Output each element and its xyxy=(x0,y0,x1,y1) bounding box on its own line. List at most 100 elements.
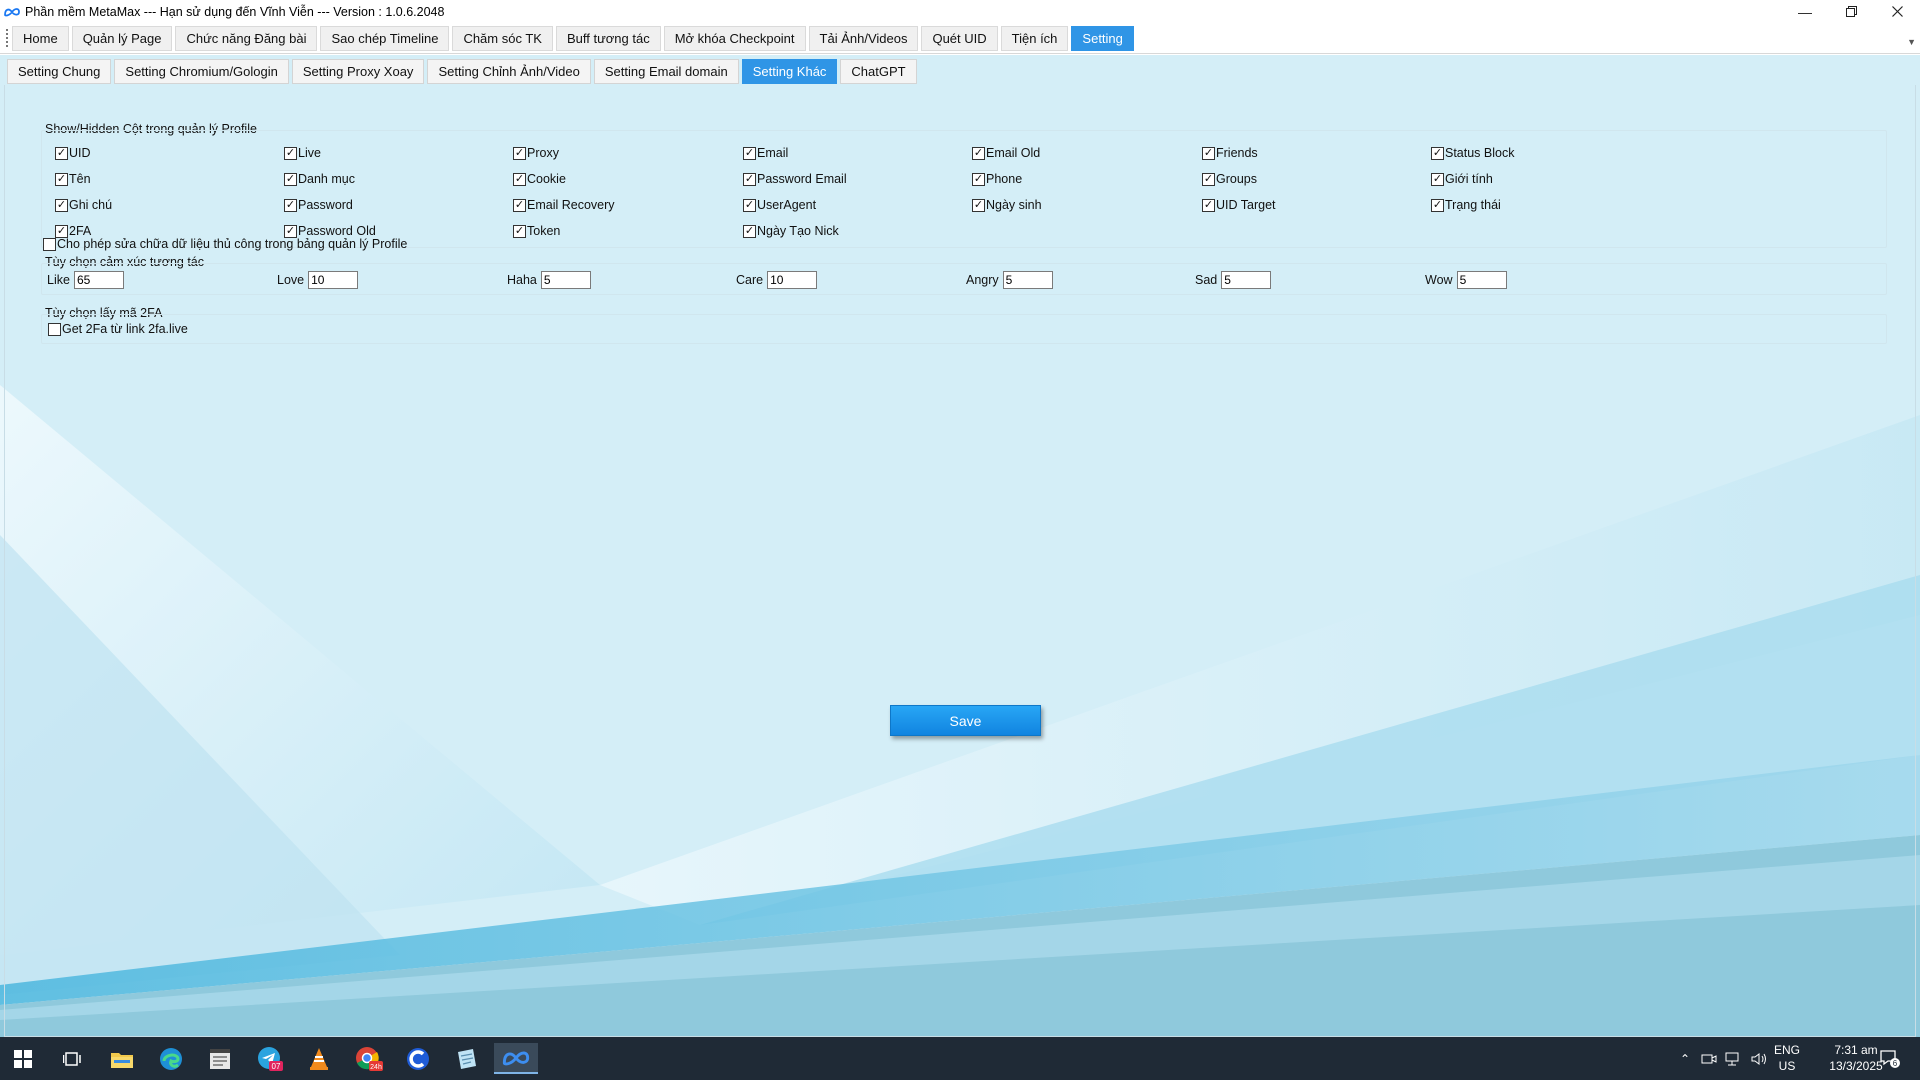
main-menu-mo-khoa-checkpoint[interactable]: Mở khóa Checkpoint xyxy=(663,26,806,51)
column-checkbox-email[interactable]: ✓ Email xyxy=(743,146,788,160)
checkbox-box[interactable]: ✓ xyxy=(284,146,297,160)
checkbox-box[interactable]: ✓ xyxy=(513,224,526,238)
main-menu-setting[interactable]: Setting xyxy=(1071,26,1134,51)
checkbox-box[interactable]: ✓ xyxy=(972,172,985,186)
column-checkbox-token[interactable]: ✓ Token xyxy=(513,224,560,238)
tab-chatgpt[interactable]: ChatGPT xyxy=(840,59,917,84)
checkbox-box[interactable]: ✓ xyxy=(55,172,68,186)
vlc-icon[interactable] xyxy=(299,1043,339,1074)
reaction-input-haha[interactable] xyxy=(540,271,591,289)
column-checkbox-groups[interactable]: ✓ Groups xyxy=(1202,172,1257,186)
checkbox-box[interactable]: ✓ xyxy=(513,146,526,160)
column-checkbox-cookie[interactable]: ✓ Cookie xyxy=(513,172,566,186)
main-menu-tai-anh-videos[interactable]: Tải Ảnh/Videos xyxy=(808,26,919,51)
checkbox-box[interactable]: ✓ xyxy=(1202,198,1215,212)
checkbox-box[interactable]: ✓ xyxy=(513,172,526,186)
checkbox-box[interactable]: ✓ xyxy=(743,198,756,212)
column-checkbox-email-recovery[interactable]: ✓ Email Recovery xyxy=(513,198,615,212)
column-checkbox-ten[interactable]: ✓ Tên xyxy=(55,172,91,186)
checkbox-box[interactable]: ✓ xyxy=(513,198,526,212)
input-language[interactable]: ENG US xyxy=(1772,1042,1802,1074)
column-checkbox-ngay-tao-nick[interactable]: ✓ Ngày Tạo Nick xyxy=(743,224,839,238)
column-checkbox-email-old[interactable]: ✓ Email Old xyxy=(972,146,1040,160)
tray-chevron-up-icon[interactable]: ⌃ xyxy=(1675,1052,1695,1066)
network-icon[interactable] xyxy=(1725,1052,1743,1066)
metamax-taskbar-icon[interactable] xyxy=(494,1043,538,1074)
tab-setting-khac[interactable]: Setting Khác xyxy=(741,59,838,84)
checkbox-box[interactable]: ✓ xyxy=(743,224,756,238)
checkbox-box[interactable]: ✓ xyxy=(743,146,756,160)
column-checkbox-password-old[interactable]: ✓ Password Old xyxy=(284,224,376,238)
restore-button[interactable] xyxy=(1828,0,1874,23)
checkbox-box[interactable]: ✓ xyxy=(1202,172,1215,186)
tab-setting-proxy-xoay[interactable]: Setting Proxy Xoay xyxy=(291,59,425,84)
save-button[interactable]: Save xyxy=(890,705,1041,736)
reaction-input-like[interactable] xyxy=(73,271,124,289)
reaction-input-wow[interactable] xyxy=(1456,271,1507,289)
chrome-icon[interactable]: 24h xyxy=(349,1043,389,1074)
checkbox-box[interactable]: ✓ xyxy=(284,172,297,186)
column-checkbox-uid-target[interactable]: ✓ UID Target xyxy=(1202,198,1276,212)
meet-now-icon[interactable] xyxy=(1701,1052,1717,1066)
column-checkbox-live[interactable]: ✓ Live xyxy=(284,146,321,160)
notes-icon[interactable] xyxy=(447,1043,487,1074)
volume-icon[interactable] xyxy=(1751,1052,1769,1066)
column-checkbox-password[interactable]: ✓ Password xyxy=(284,198,353,212)
twofa-live-checkbox[interactable]: Get 2Fa từ link 2fa.live xyxy=(48,322,188,336)
main-menu-chuc-nang-dang-bai[interactable]: Chức năng Đăng bài xyxy=(175,26,318,51)
checkbox-box[interactable]: ✓ xyxy=(1431,146,1444,160)
checkbox-box[interactable]: ✓ xyxy=(284,224,297,238)
checkbox-box[interactable]: ✓ xyxy=(1202,146,1215,160)
column-checkbox-password-email[interactable]: ✓ Password Email xyxy=(743,172,847,186)
manual-edit-checkbox[interactable]: Cho phép sửa chữa dữ liệu thủ công trong… xyxy=(43,237,407,251)
column-checkbox-proxy[interactable]: ✓ Proxy xyxy=(513,146,559,160)
column-checkbox-status-block[interactable]: ✓ Status Block xyxy=(1431,146,1514,160)
main-menu-quet-uid[interactable]: Quét UID xyxy=(921,26,998,51)
checkbox-box[interactable]: ✓ xyxy=(55,198,68,212)
checkbox-box[interactable]: ✓ xyxy=(972,198,985,212)
column-checkbox-uid[interactable]: ✓ UID xyxy=(55,146,91,160)
column-checkbox-danh-muc[interactable]: ✓ Danh mục xyxy=(284,172,355,186)
checkbox-box[interactable]: ✓ xyxy=(1431,198,1444,212)
reaction-input-sad[interactable] xyxy=(1221,271,1272,289)
tab-setting-email-domain[interactable]: Setting Email domain xyxy=(593,59,739,84)
checkbox-box[interactable]: ✓ xyxy=(743,172,756,186)
task-view-icon[interactable] xyxy=(52,1043,92,1074)
reaction-input-care[interactable] xyxy=(767,271,818,289)
main-menu-buff-tuong-tac[interactable]: Buff tương tác xyxy=(555,26,661,51)
checkbox-box[interactable]: ✓ xyxy=(284,198,297,212)
checkbox-box[interactable]: ✓ xyxy=(1431,172,1444,186)
main-menu-sao-chep-timeline[interactable]: Sao chép Timeline xyxy=(320,26,450,51)
checkbox-box[interactable]: ✓ xyxy=(55,224,68,238)
main-menu-home[interactable]: Home xyxy=(12,26,69,51)
checkbox-box[interactable]: ✓ xyxy=(55,146,68,160)
tab-setting-chung[interactable]: Setting Chung xyxy=(7,59,112,84)
column-checkbox-ghi-chu[interactable]: ✓ Ghi chú xyxy=(55,198,112,212)
windows-start-icon[interactable] xyxy=(3,1043,43,1074)
column-checkbox-phone[interactable]: ✓ Phone xyxy=(972,172,1022,186)
tab-setting-chromium-gologin[interactable]: Setting Chromium/Gologin xyxy=(114,59,289,84)
close-button[interactable] xyxy=(1874,0,1920,23)
main-menu-quan-ly-page[interactable]: Quản lý Page xyxy=(71,26,173,51)
edge-icon[interactable] xyxy=(151,1043,191,1074)
tab-setting-chinh-anh-video[interactable]: Setting Chỉnh Ảnh/Video xyxy=(427,59,591,84)
checkbox-box[interactable]: ✓ xyxy=(972,146,985,160)
column-checkbox-friends[interactable]: ✓ Friends xyxy=(1202,146,1258,160)
telegram-icon[interactable]: 07 xyxy=(250,1043,290,1074)
twofa-live-checkbox-box[interactable] xyxy=(48,322,61,336)
overflow-arrow-icon[interactable]: ▼ xyxy=(1907,37,1916,47)
manual-edit-checkbox-box[interactable] xyxy=(43,237,56,251)
column-checkbox-trang-thai[interactable]: ✓ Trạng thái xyxy=(1431,198,1501,212)
notepad-icon[interactable] xyxy=(200,1043,240,1074)
coccoc-icon[interactable] xyxy=(398,1043,438,1074)
reaction-input-angry[interactable] xyxy=(1002,271,1053,289)
column-checkbox-gioi-tinh[interactable]: ✓ Giới tính xyxy=(1431,172,1493,186)
column-checkbox-ngay-sinh[interactable]: ✓ Ngày sinh xyxy=(972,198,1042,212)
notifications-icon[interactable]: 6 xyxy=(1870,1043,1910,1074)
column-checkbox-useragent[interactable]: ✓ UserAgent xyxy=(743,198,816,212)
minimize-button[interactable]: — xyxy=(1782,0,1828,23)
main-menu-tien-ich[interactable]: Tiện ích xyxy=(1000,26,1069,51)
file-explorer-icon[interactable] xyxy=(102,1043,142,1074)
main-menu-cham-soc-tk[interactable]: Chăm sóc TK xyxy=(452,26,553,51)
reaction-input-love[interactable] xyxy=(308,271,359,289)
